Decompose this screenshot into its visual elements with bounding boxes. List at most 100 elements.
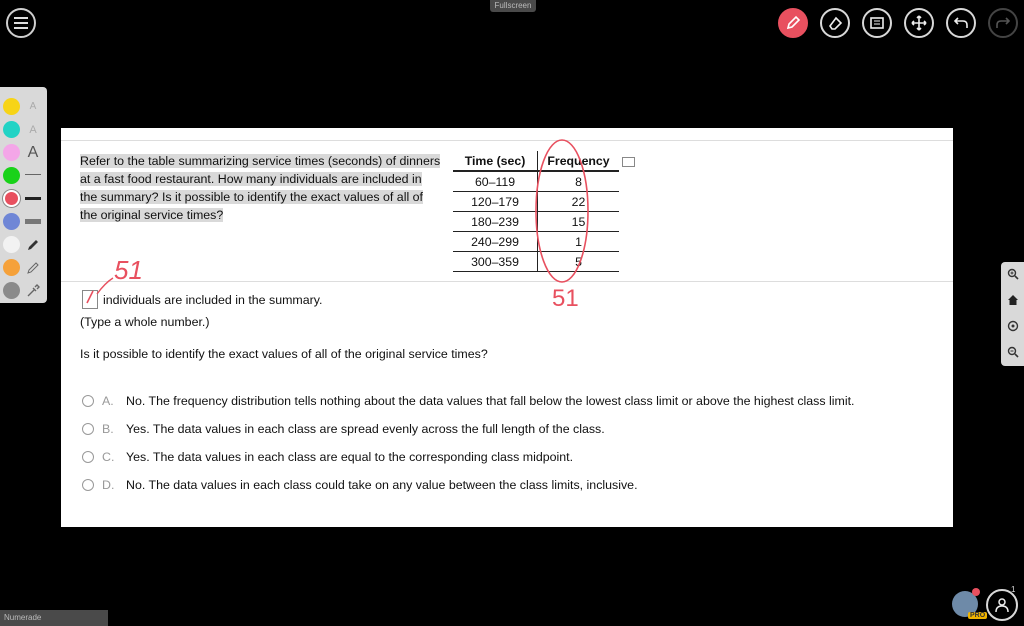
menu-button[interactable] bbox=[6, 8, 36, 38]
answer-options: A. No. The frequency distribution tells … bbox=[82, 387, 854, 499]
option-letter: D. bbox=[102, 478, 115, 492]
participants-count: 1 bbox=[1011, 585, 1016, 594]
option-text: Yes. The data values in each class are s… bbox=[126, 422, 605, 436]
redo-button[interactable] bbox=[988, 8, 1018, 38]
medium-line-tool[interactable] bbox=[24, 190, 42, 207]
presentation-tool-button[interactable] bbox=[862, 8, 892, 38]
column-header-time: Time (sec) bbox=[453, 151, 538, 172]
option-letter: C. bbox=[102, 450, 115, 464]
focus-button[interactable] bbox=[1005, 318, 1021, 334]
thin-line-icon bbox=[25, 173, 41, 175]
bottom-tab[interactable]: Numerade bbox=[0, 610, 108, 626]
move-tool-button[interactable] bbox=[904, 8, 934, 38]
option-text: No. The frequency distribution tells not… bbox=[126, 394, 855, 408]
option-letter: B. bbox=[102, 422, 114, 436]
frequency-cell: 22 bbox=[537, 191, 619, 212]
table-row: 60–119 8 bbox=[453, 171, 619, 192]
thick-line-tool[interactable] bbox=[24, 213, 42, 230]
notification-dot bbox=[972, 588, 980, 596]
frequency-cell: 15 bbox=[537, 211, 619, 232]
zoom-out-button[interactable] bbox=[1005, 344, 1021, 360]
radio-button[interactable] bbox=[82, 423, 94, 435]
table-row: 240–299 1 bbox=[453, 231, 619, 252]
pencil-tool-button[interactable] bbox=[778, 8, 808, 38]
color-swatch-pink[interactable] bbox=[3, 144, 20, 161]
color-swatch-yellow[interactable] bbox=[3, 98, 20, 115]
home-button[interactable] bbox=[1005, 292, 1021, 308]
zoom-out-icon bbox=[1007, 346, 1019, 358]
pencil-icon bbox=[786, 15, 801, 30]
text-medium-tool[interactable]: A bbox=[24, 121, 42, 138]
pro-badge: PRO bbox=[968, 612, 988, 619]
option-letter: A. bbox=[102, 394, 114, 408]
presentation-icon bbox=[870, 17, 884, 29]
color-swatch-orange[interactable] bbox=[3, 259, 20, 276]
text-small-tool[interactable]: A bbox=[24, 98, 42, 115]
color-swatch-gray[interactable] bbox=[3, 282, 20, 299]
table-popout-icon[interactable] bbox=[622, 157, 635, 167]
answer-input[interactable] bbox=[82, 290, 98, 309]
color-swatch-white[interactable] bbox=[3, 236, 20, 253]
color-swatch-blue[interactable] bbox=[3, 213, 20, 230]
thin-line-tool[interactable] bbox=[24, 167, 42, 184]
pen-icon bbox=[28, 239, 38, 250]
table-row: 180–239 15 bbox=[453, 211, 619, 232]
column-header-frequency: Frequency bbox=[537, 151, 619, 172]
undo-button[interactable] bbox=[946, 8, 976, 38]
option-text: No. The data values in each class could … bbox=[126, 478, 638, 492]
color-swatch-teal[interactable] bbox=[3, 121, 20, 138]
frequency-cell: 8 bbox=[537, 171, 619, 192]
answer-hint: (Type a whole number.) bbox=[80, 315, 210, 329]
highlighter-icon bbox=[27, 261, 39, 274]
second-question: Is it possible to identify the exact val… bbox=[80, 347, 488, 361]
time-cell: 60–119 bbox=[453, 171, 538, 192]
answer-suffix-text: individuals are included in the summary. bbox=[103, 293, 323, 307]
color-palette: A A A bbox=[0, 87, 47, 303]
eyedropper-icon bbox=[27, 283, 40, 296]
redo-icon bbox=[996, 17, 1011, 28]
option-d[interactable]: D. No. The data values in each class cou… bbox=[82, 471, 854, 499]
time-cell: 300–359 bbox=[453, 251, 538, 272]
frequency-table: Time (sec) Frequency 60–119 8 120–179 22 1… bbox=[453, 151, 619, 272]
color-swatch-green[interactable] bbox=[3, 167, 20, 184]
zoom-toolbar bbox=[1001, 262, 1024, 366]
color-swatch-red[interactable] bbox=[3, 190, 20, 207]
option-text: Yes. The data values in each class are e… bbox=[126, 450, 574, 464]
question-text-highlighted: Refer to the table summarizing service t… bbox=[80, 154, 441, 222]
fullscreen-tag[interactable]: Fullscreen bbox=[490, 0, 536, 12]
undo-icon bbox=[953, 17, 968, 28]
radio-button[interactable] bbox=[82, 395, 94, 407]
radio-button[interactable] bbox=[82, 451, 94, 463]
zoom-in-button[interactable] bbox=[1005, 266, 1021, 282]
highlighter-tool[interactable] bbox=[24, 259, 42, 276]
question-text: Refer to the table summarizing service t… bbox=[80, 152, 442, 224]
target-icon bbox=[1007, 320, 1019, 332]
eraser-icon bbox=[829, 16, 843, 30]
time-cell: 240–299 bbox=[453, 231, 538, 252]
eyedropper-tool[interactable] bbox=[24, 282, 42, 299]
frequency-cell: 5 bbox=[537, 251, 619, 272]
home-icon bbox=[1008, 295, 1018, 305]
frequency-cell: 1 bbox=[537, 231, 619, 252]
eraser-tool-button[interactable] bbox=[820, 8, 850, 38]
radio-button[interactable] bbox=[82, 479, 94, 491]
section-divider bbox=[61, 281, 953, 282]
people-icon bbox=[995, 598, 1009, 613]
option-b[interactable]: B. Yes. The data values in each class ar… bbox=[82, 415, 854, 443]
medium-line-icon bbox=[25, 196, 41, 200]
time-cell: 120–179 bbox=[453, 191, 538, 212]
move-icon bbox=[911, 15, 927, 31]
problem-page: Refer to the table summarizing service t… bbox=[61, 128, 953, 527]
top-divider bbox=[61, 140, 953, 141]
drawing-toolbar bbox=[778, 8, 1018, 38]
option-c[interactable]: C. Yes. The data values in each class ar… bbox=[82, 443, 854, 471]
handwritten-total: 51 bbox=[552, 285, 579, 312]
text-large-tool[interactable]: A bbox=[24, 144, 42, 161]
time-cell: 180–239 bbox=[453, 211, 538, 232]
option-a[interactable]: A. No. The frequency distribution tells … bbox=[82, 387, 854, 415]
table-row: 300–359 5 bbox=[453, 251, 619, 272]
hamburger-icon bbox=[14, 17, 28, 29]
pen-tool[interactable] bbox=[24, 236, 42, 253]
table-header-row: Time (sec) Frequency bbox=[453, 151, 619, 172]
thick-line-icon bbox=[25, 218, 41, 224]
